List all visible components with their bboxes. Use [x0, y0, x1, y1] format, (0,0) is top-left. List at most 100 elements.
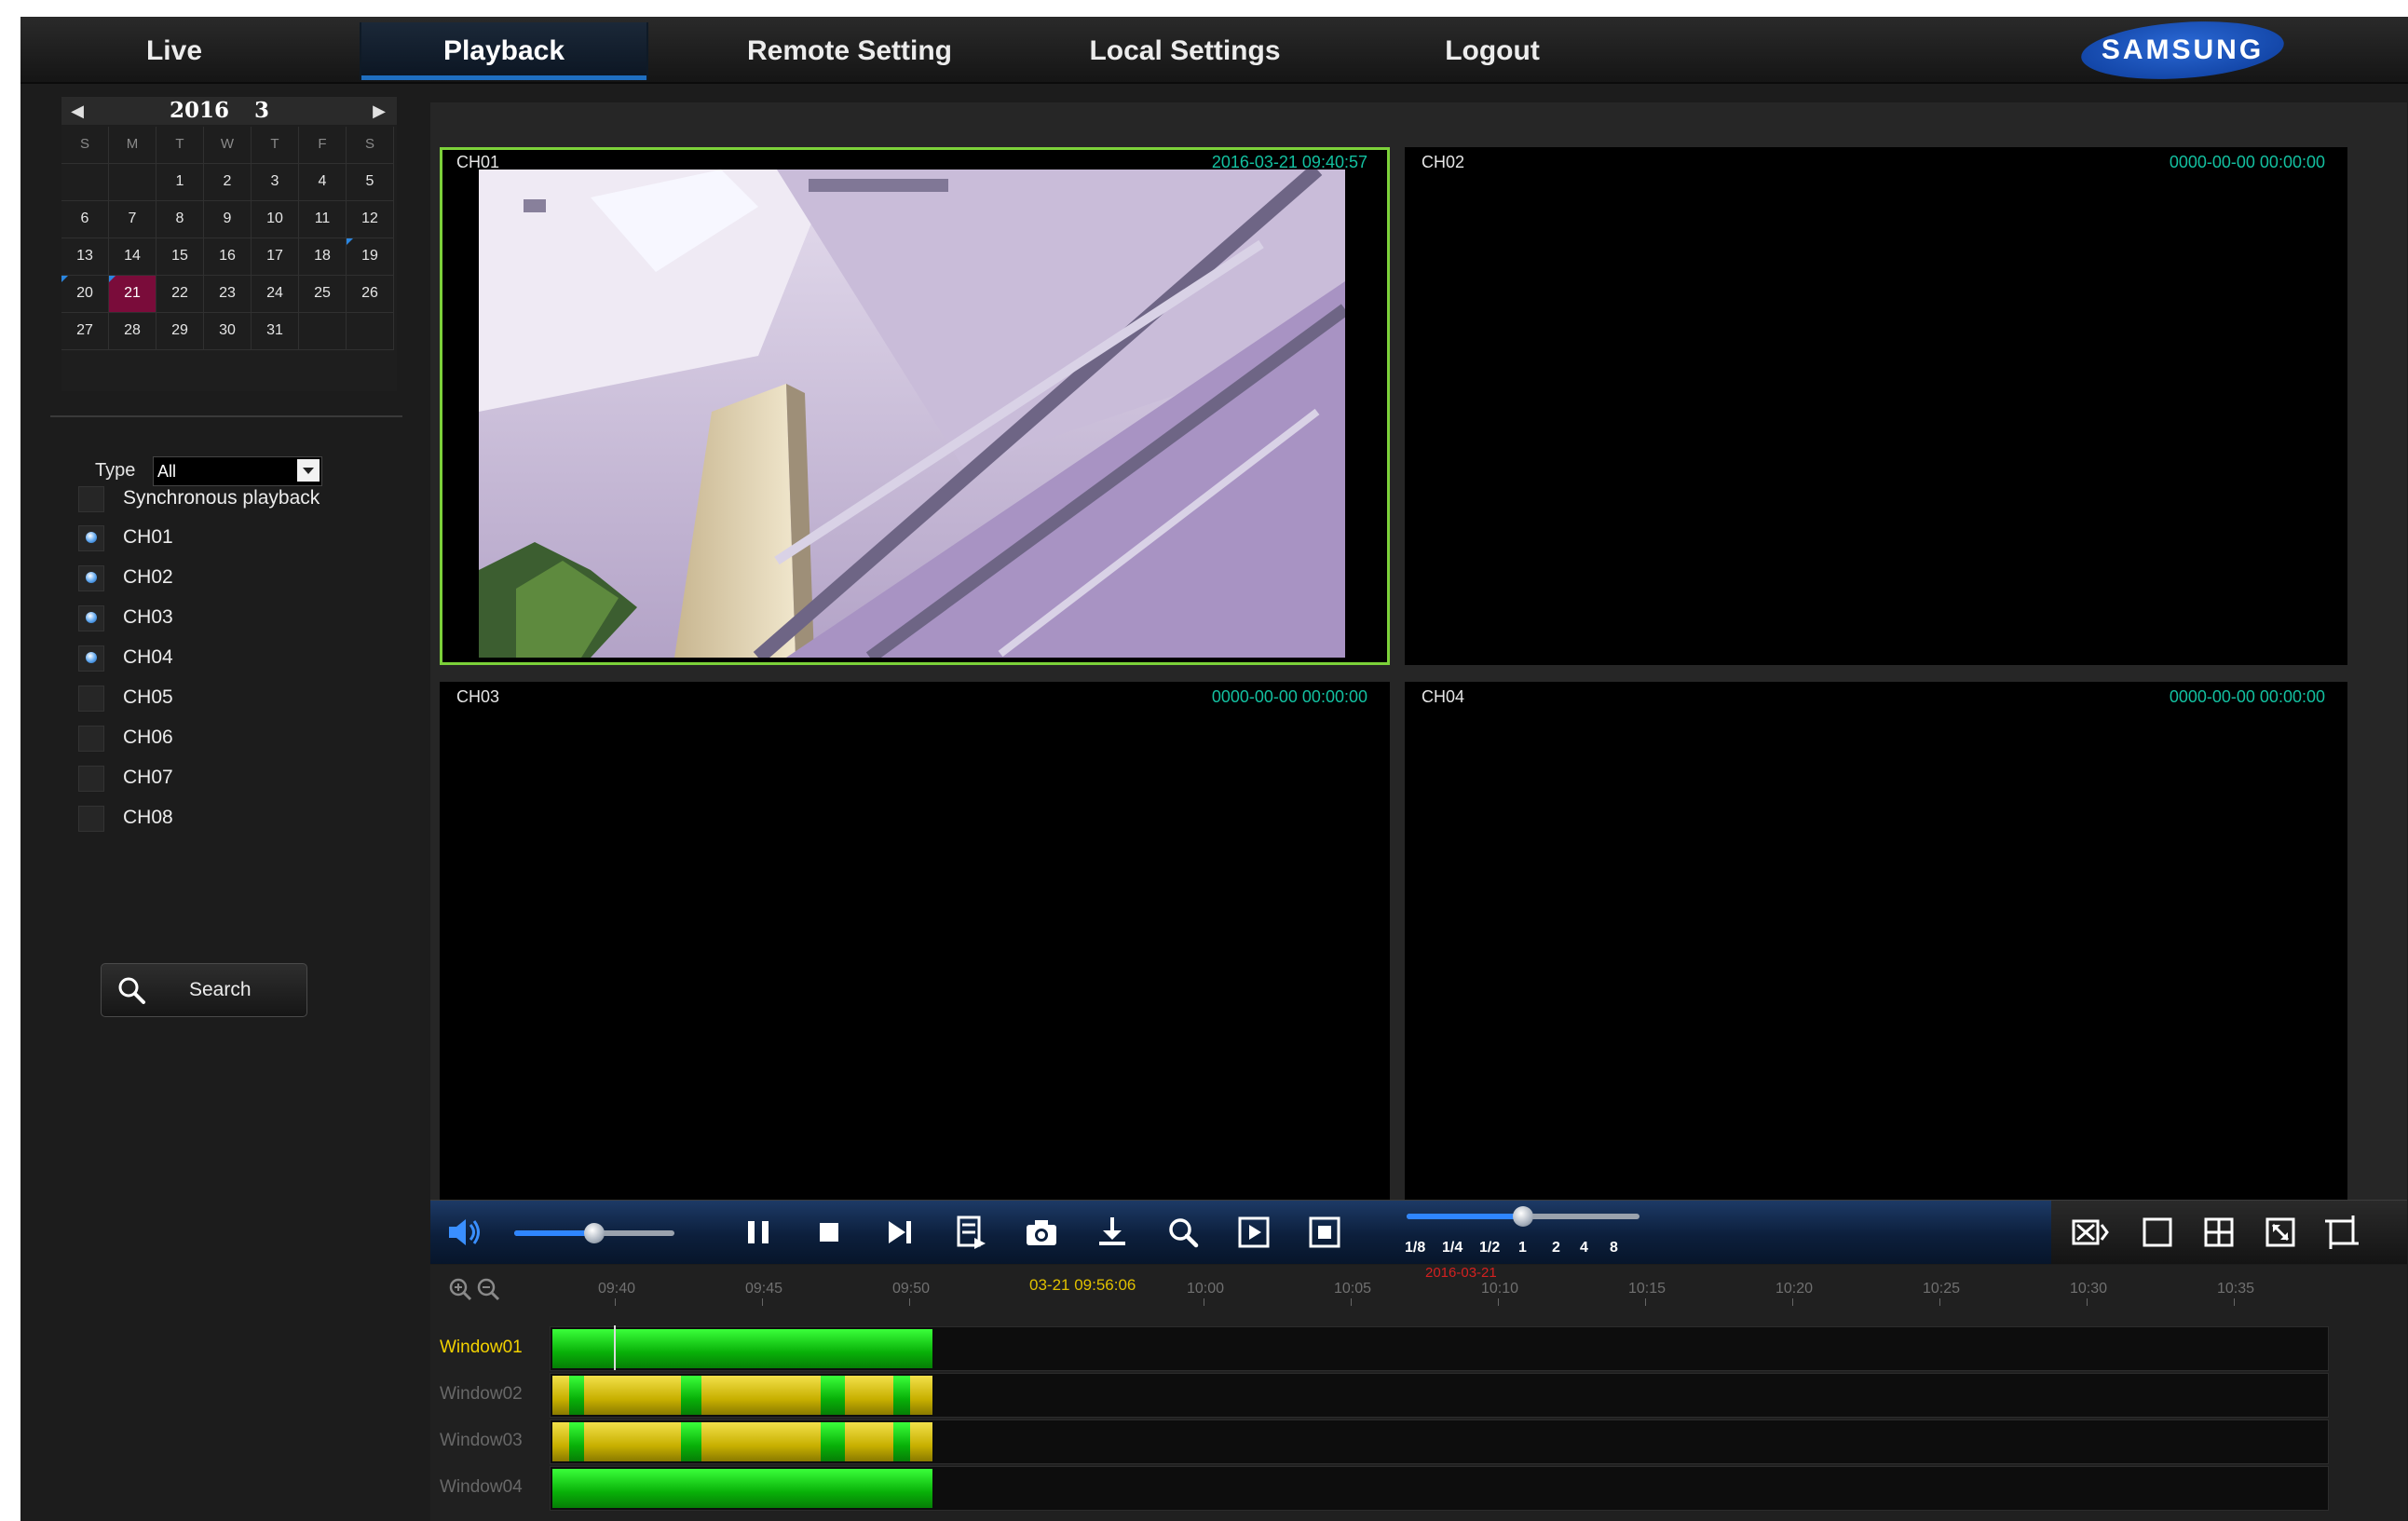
sync-playback-checkbox[interactable] — [78, 486, 104, 512]
zoom-in-icon[interactable] — [447, 1276, 473, 1302]
speed-label-1-2[interactable]: 1/2 — [1479, 1240, 1500, 1256]
record-track[interactable] — [550, 1419, 2329, 1464]
zoom-out-icon[interactable] — [475, 1276, 501, 1302]
calendar-day[interactable]: 30 — [204, 313, 252, 350]
volume-knob[interactable] — [584, 1223, 605, 1243]
calendar-day[interactable]: 16 — [204, 238, 252, 276]
speed-label-1-8[interactable]: 1/8 — [1405, 1240, 1425, 1256]
calendar-day[interactable]: 11 — [299, 201, 347, 238]
calendar-day[interactable]: 25 — [299, 276, 347, 313]
download-icon[interactable] — [1092, 1212, 1133, 1253]
channel-checkbox[interactable] — [78, 766, 104, 792]
calendar-day[interactable]: 17 — [252, 238, 299, 276]
row-label[interactable]: Window01 — [440, 1324, 523, 1371]
calendar-day[interactable]: 23 — [204, 276, 252, 313]
calendar-day[interactable]: 12 — [347, 201, 394, 238]
calendar-day[interactable]: 20 — [61, 276, 109, 313]
fullscreen-icon[interactable] — [2321, 1212, 2362, 1253]
calendar-day[interactable]: 13 — [61, 238, 109, 276]
speed-label-8[interactable]: 8 — [1610, 1240, 1618, 1256]
calendar-day[interactable]: 7 — [109, 201, 156, 238]
calendar-day[interactable]: 19 — [347, 238, 394, 276]
weekday-header: F — [299, 127, 347, 164]
record-segment-normal — [821, 1422, 845, 1461]
tab-live[interactable]: Live — [67, 22, 281, 80]
chevron-down-icon — [297, 459, 320, 482]
video-cell-ch03[interactable]: CH03 0000-00-00 00:00:00 — [440, 682, 1390, 1200]
channel-label: CH02 — [123, 566, 173, 588]
calendar-day[interactable]: 27 — [61, 313, 109, 350]
calendar-day[interactable]: 8 — [156, 201, 204, 238]
speed-knob[interactable] — [1513, 1206, 1533, 1227]
calendar-day[interactable]: 6 — [61, 201, 109, 238]
channel-checkbox[interactable] — [78, 726, 104, 752]
calendar-day[interactable]: 14 — [109, 238, 156, 276]
weekday-header: M — [109, 127, 156, 164]
prev-month-icon[interactable]: ◀ — [63, 97, 91, 125]
cell-timestamp: 0000-00-00 00:00:00 — [1211, 687, 1367, 706]
calendar-day[interactable]: 24 — [252, 276, 299, 313]
speed-label-4[interactable]: 4 — [1580, 1240, 1588, 1256]
calendar-empty-cell — [299, 313, 347, 350]
calendar-day[interactable]: 10 — [252, 201, 299, 238]
calendar-day[interactable]: 15 — [156, 238, 204, 276]
playhead[interactable] — [614, 1325, 616, 1370]
channel-checkbox[interactable] — [78, 605, 104, 631]
calendar-day[interactable]: 2 — [204, 164, 252, 201]
calendar-empty-cell — [61, 164, 109, 201]
record-track[interactable] — [550, 1373, 2329, 1418]
search-button[interactable]: Search — [101, 963, 307, 1017]
tab-remote-setting[interactable]: Remote Setting — [710, 22, 989, 80]
calendar-day[interactable]: 4 — [299, 164, 347, 201]
zoom-icon[interactable] — [1163, 1212, 1204, 1253]
next-month-icon[interactable]: ▶ — [365, 97, 393, 125]
calendar-day[interactable]: 3 — [252, 164, 299, 201]
snapshot-icon[interactable] — [1021, 1212, 1062, 1253]
single-view-icon[interactable] — [2137, 1212, 2178, 1253]
channel-checkbox[interactable] — [78, 565, 104, 591]
fullscreen-stop-icon[interactable] — [1304, 1212, 1345, 1253]
calendar-day[interactable]: 5 — [347, 164, 394, 201]
channel-checkbox[interactable] — [78, 686, 104, 712]
tab-local-settings[interactable]: Local Settings — [1054, 22, 1315, 80]
video-grid: CH01 2016-03-21 09:40:57 CH02 0000-00-00… — [430, 102, 2407, 1215]
calendar-day[interactable]: 22 — [156, 276, 204, 313]
quad-view-icon[interactable] — [2198, 1212, 2239, 1253]
channel-checkbox[interactable] — [78, 645, 104, 672]
pause-icon[interactable] — [738, 1212, 779, 1253]
aspect-ratio-icon[interactable] — [2260, 1212, 2301, 1253]
volume-icon[interactable] — [443, 1212, 484, 1253]
row-label[interactable]: Window02 — [440, 1371, 523, 1418]
video-cell-ch01[interactable]: CH01 2016-03-21 09:40:57 — [440, 147, 1390, 665]
tab-logout[interactable]: Logout — [1399, 22, 1585, 80]
tab-playback[interactable]: Playback — [360, 22, 648, 80]
calendar-day[interactable]: 29 — [156, 313, 204, 350]
calendar-day[interactable]: 31 — [252, 313, 299, 350]
speed-label-2[interactable]: 2 — [1552, 1240, 1560, 1256]
video-cell-ch02[interactable]: CH02 0000-00-00 00:00:00 — [1405, 147, 2347, 665]
speed-label-1-4[interactable]: 1/4 — [1442, 1240, 1462, 1256]
video-cell-ch04[interactable]: CH04 0000-00-00 00:00:00 — [1405, 682, 2347, 1200]
camera-frame — [479, 170, 1345, 658]
timeline: 09:40 09:45 09:50 03-21 09:56:06 10:00 1… — [430, 1265, 2407, 1521]
channel-checkbox[interactable] — [78, 525, 104, 551]
record-track[interactable] — [550, 1466, 2329, 1511]
tick-label: 10:35 — [2217, 1281, 2255, 1306]
step-forward-icon[interactable] — [879, 1212, 920, 1253]
clip-icon[interactable] — [950, 1212, 991, 1253]
channel-checkbox[interactable] — [78, 806, 104, 832]
record-track[interactable] — [550, 1325, 2329, 1371]
stop-icon[interactable] — [809, 1212, 850, 1253]
speed-label-1[interactable]: 1 — [1518, 1240, 1527, 1256]
row-label[interactable]: Window04 — [440, 1464, 523, 1511]
calendar-day[interactable]: 21 — [109, 276, 156, 313]
play-frame-icon[interactable] — [1233, 1212, 1274, 1253]
row-label[interactable]: Window03 — [440, 1418, 523, 1464]
calendar-day[interactable]: 26 — [347, 276, 394, 313]
calendar-day[interactable]: 9 — [204, 201, 252, 238]
calendar-day[interactable]: 28 — [109, 313, 156, 350]
record-segment-normal — [552, 1469, 932, 1508]
close-all-icon[interactable] — [2070, 1212, 2111, 1253]
calendar-day[interactable]: 18 — [299, 238, 347, 276]
calendar-day[interactable]: 1 — [156, 164, 204, 201]
